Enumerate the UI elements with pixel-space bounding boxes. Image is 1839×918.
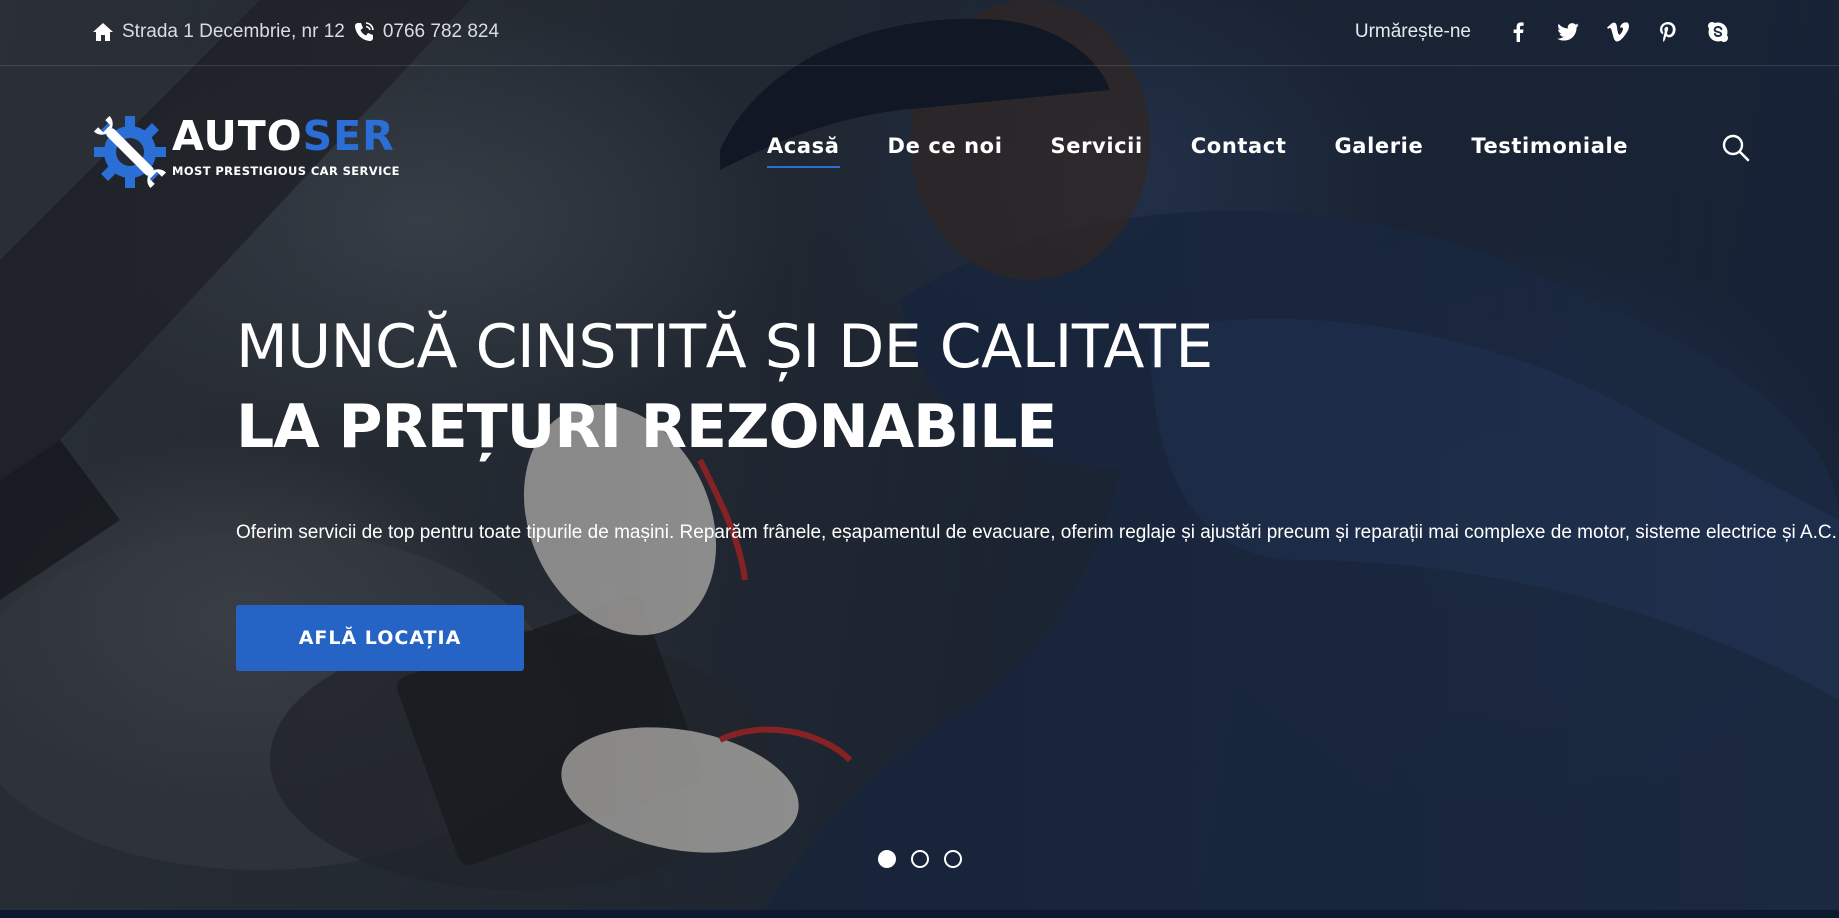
social-links: Urmărește-ne — [1355, 18, 1743, 46]
contact-info: Strada 1 Decembrie, nr 12 0766 782 824 — [92, 19, 499, 45]
slider-dot-1[interactable] — [878, 850, 896, 868]
address-text: Strada 1 Decembrie, nr 12 — [122, 21, 345, 42]
find-location-button[interactable]: AFLĂ LOCAȚIA — [236, 605, 524, 671]
gear-wrench-icon — [93, 115, 167, 189]
nav-item-contact[interactable]: Contact — [1191, 134, 1287, 168]
follow-label: Urmărește-ne — [1354, 21, 1471, 42]
nav-item-testimoniale[interactable]: Testimoniale — [1471, 134, 1628, 168]
main-nav: Acasă De ce noi Servicii Contact Galerie… — [767, 134, 1676, 174]
skype-icon[interactable] — [1693, 18, 1743, 46]
hero-headline-line1: MUNCĂ CINSTITĂ ȘI DE CALITATE — [236, 312, 1213, 382]
phone-icon — [353, 21, 375, 43]
nav-item-servicii[interactable]: Servicii — [1051, 134, 1143, 168]
bottom-strip — [0, 910, 1839, 918]
home-icon — [92, 22, 114, 42]
brand-tagline: MOST PRESTIGIOUS CAR SERVICE — [172, 164, 400, 178]
nav-item-galerie[interactable]: Galerie — [1334, 134, 1423, 168]
nav-item-de-ce-noi[interactable]: De ce noi — [888, 134, 1003, 168]
twitter-icon[interactable] — [1543, 18, 1593, 46]
search-icon[interactable] — [1721, 133, 1751, 163]
pinterest-icon[interactable] — [1643, 18, 1693, 46]
top-bar: Strada 1 Decembrie, nr 12 0766 782 824 U… — [0, 0, 1839, 66]
brand-main: AUTO — [172, 112, 303, 160]
slider-dot-2[interactable] — [911, 850, 929, 868]
site-logo[interactable]: AUTOSER MOST PRESTIGIOUS CAR SERVICE — [92, 112, 412, 190]
slider-dot-3[interactable] — [944, 850, 962, 868]
nav-item-acasa[interactable]: Acasă — [767, 134, 840, 168]
brand-accent: SER — [302, 112, 395, 160]
phone-text[interactable]: 0766 782 824 — [383, 21, 499, 43]
hero-lead-text: Oferim servicii de top pentru toate tipu… — [236, 522, 1837, 543]
vimeo-icon[interactable] — [1593, 18, 1643, 46]
brand-name: AUTOSER — [172, 114, 395, 158]
hero-headline-line2: LA PREȚURI REZONABILE — [236, 392, 1057, 462]
facebook-icon[interactable] — [1493, 18, 1543, 46]
slider-pagination — [878, 850, 962, 868]
